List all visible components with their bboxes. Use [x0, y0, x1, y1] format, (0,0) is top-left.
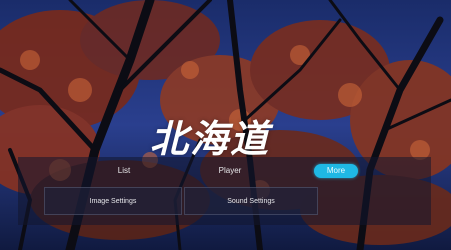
- screen: 北海道 List Player More Image Settings Soun…: [0, 0, 451, 250]
- tab-player[interactable]: Player: [210, 164, 250, 178]
- settings-menu: List Player More Image Settings Sound Se…: [18, 157, 431, 225]
- image-settings-button[interactable]: Image Settings: [44, 187, 182, 215]
- sound-settings-button[interactable]: Sound Settings: [184, 187, 318, 215]
- tab-list[interactable]: List: [104, 164, 144, 178]
- hokkaido-logo: 北海道: [150, 116, 271, 161]
- menu-tab-bar: List Player More: [18, 157, 431, 185]
- tab-more[interactable]: More: [314, 164, 358, 178]
- settings-options: Image Settings Sound Settings: [44, 187, 407, 217]
